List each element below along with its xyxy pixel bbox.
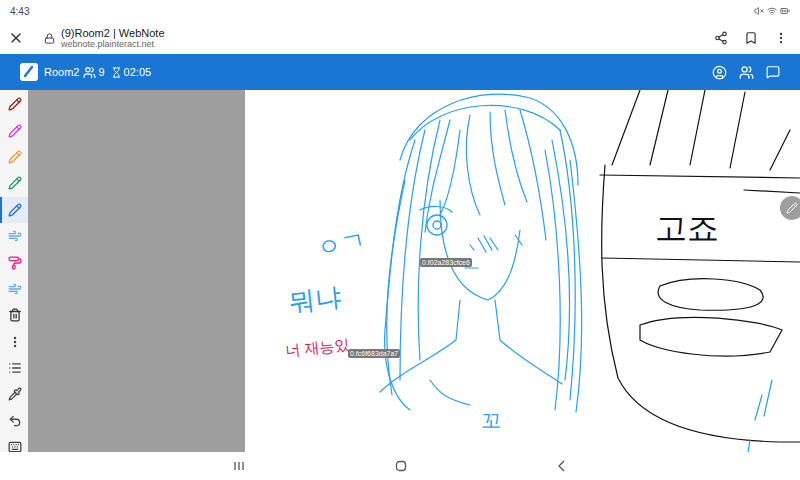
logo-icon (20, 63, 38, 81)
back-icon[interactable] (557, 460, 567, 472)
tool-button[interactable] (0, 329, 28, 355)
brush-icon (8, 282, 22, 296)
eyedropper-icon (8, 387, 22, 401)
recents-icon[interactable] (233, 461, 245, 471)
battery-icon (780, 6, 790, 16)
more-icon (8, 335, 22, 349)
tool-button[interactable] (0, 355, 28, 381)
workspace: ㅇㄱ 뭐냐너 재능있 고죠꼬 0.f02a283cfce6 0.fc6f683da7a7 (0, 90, 800, 452)
canvas-text: ㅇㄱ (315, 227, 367, 260)
tool-button[interactable] (0, 302, 28, 328)
status-time: 4:43 (10, 4, 29, 19)
roller-icon (8, 256, 22, 270)
nav-bar (0, 452, 800, 480)
tool-button[interactable] (0, 276, 28, 302)
trash-icon (8, 308, 22, 322)
status-bar: 4:43 (0, 0, 800, 22)
close-icon[interactable] (8, 30, 24, 46)
menu-icon[interactable] (774, 31, 788, 45)
chat-icon[interactable] (766, 65, 780, 79)
margin-area (28, 90, 245, 452)
lock-icon (44, 33, 55, 44)
participant-count: 9 (98, 64, 104, 81)
bookmark-icon[interactable] (744, 31, 758, 45)
share-icon[interactable] (714, 31, 728, 45)
tool-button[interactable] (0, 91, 28, 117)
tool-button[interactable] (0, 144, 28, 170)
tool-button[interactable] (0, 434, 28, 452)
canvas-text: 뭐냐 (288, 283, 342, 314)
list-icon (8, 361, 22, 375)
browser-header: (9)Room2 | WebNotewebnote.plainteract.ne… (0, 22, 800, 54)
tool-button[interactable] (0, 117, 28, 143)
pen-icon (8, 97, 22, 111)
participants-icon (83, 66, 96, 79)
page-title: (9)Room2 | WebNote (61, 27, 714, 40)
timer-icon (111, 67, 122, 78)
canvas-text: 고죠 (655, 212, 719, 244)
status-icons (754, 6, 790, 16)
screen: 4:43 (9)Room2 | WebNotewebnote.plainterac… (0, 0, 800, 480)
wifi-icon (767, 6, 777, 16)
mute-icon (754, 6, 764, 16)
canvas[interactable]: ㅇㄱ 뭐냐너 재능있 고죠꼬 0.f02a283cfce6 0.fc6f683da7a7 (245, 90, 800, 452)
keyboard-icon (8, 440, 22, 452)
page-url: webnote.plainteract.net (61, 39, 714, 49)
pen-icon (8, 124, 22, 138)
room-name: Room2 (44, 64, 79, 81)
pen-icon (8, 150, 22, 164)
cursor-label: 0.fc6f683da7a7 (348, 349, 400, 358)
canvas-text: 너 재능있 (284, 337, 349, 359)
tool-button[interactable] (0, 381, 28, 407)
tool-button[interactable] (0, 170, 28, 196)
timer: 02:05 (124, 64, 152, 81)
pen-icon (8, 176, 22, 190)
pencil-icon (786, 202, 798, 214)
tool-button[interactable] (0, 223, 28, 249)
toolbar (0, 90, 28, 452)
brush-icon (8, 229, 22, 243)
drawing-icon (245, 90, 800, 452)
pen-icon (8, 203, 22, 217)
page-info: (9)Room2 | WebNotewebnote.plainteract.ne… (61, 27, 714, 50)
account-icon[interactable] (712, 65, 727, 80)
home-icon[interactable] (395, 460, 407, 472)
tool-button[interactable] (0, 249, 28, 275)
tool-button[interactable] (0, 197, 28, 223)
users-icon[interactable] (739, 65, 754, 80)
tool-button[interactable] (0, 408, 28, 434)
undo-icon (8, 414, 22, 428)
canvas-text: 꼬 (481, 410, 501, 430)
cursor-label: 0.f02a283cfce6 (420, 258, 472, 267)
app-bar: Room2 9 02:05 (0, 54, 800, 90)
edit-button[interactable] (780, 196, 800, 220)
